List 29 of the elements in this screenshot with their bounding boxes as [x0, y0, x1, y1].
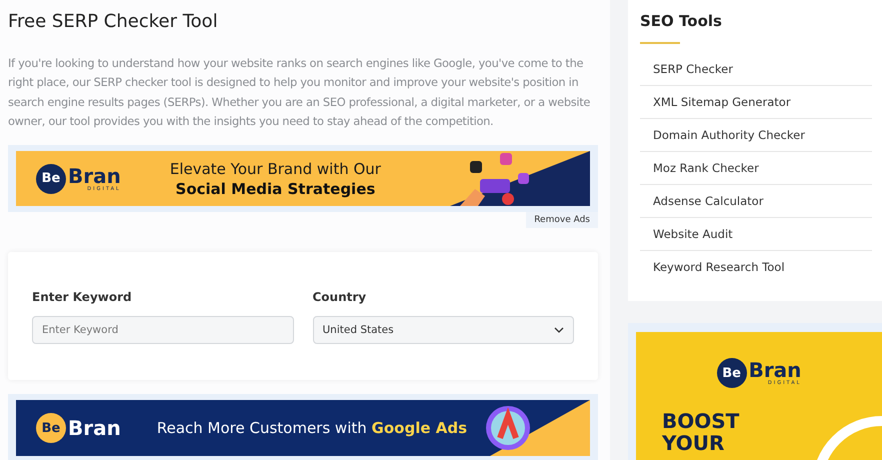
banner-text: Reach More Customers with Google Ads — [156, 419, 468, 438]
ad-headline: BOOST — [662, 410, 740, 432]
logo-mark: Be — [36, 413, 66, 444]
banner-heading: Social Media Strategies — [176, 178, 376, 199]
logo-word: Bran — [748, 360, 802, 380]
intro-paragraph: If you're looking to understand how your website ranks on search engines like Google, you've come to the right place, our SERP checker tool is designed to help you monitor and improve your website's position in search engine results pages (SERPs). Whether you are an SEO professional, a digital marketer, or a website owner, our tool provides you with the insights you need to stay ahead of the competition. — [8, 55, 592, 130]
sidebar-link[interactable]: Moz Rank Checker — [640, 152, 872, 185]
sidebar-title: SEO Tools — [640, 12, 723, 30]
sidebar-link[interactable]: Keyword Research Tool — [640, 251, 872, 283]
banner-text: Elevate Your Brand with Our — [170, 158, 381, 179]
ad-headline: YOUR — [662, 432, 726, 454]
logo-mark: Be — [716, 358, 747, 388]
country-select[interactable]: United States — [312, 316, 574, 344]
sidebar-link[interactable]: XML Sitemap Generator — [640, 86, 872, 119]
ad-banner[interactable]: Be Bran Reach More Customers with Google Ads — [16, 400, 590, 456]
remove-ads-button[interactable]: Remove Ads — [526, 212, 598, 228]
sidebar-link[interactable]: Domain Authority Checker — [640, 119, 872, 152]
country-label: Country — [312, 290, 368, 304]
page-title: Free SERP Checker Tool — [8, 10, 219, 34]
keyword-label: Enter Keyword — [32, 290, 133, 304]
logo-word: Bran — [68, 166, 121, 186]
keyword-input[interactable]: Enter Keyword — [32, 316, 294, 344]
logo-word: Bran — [68, 418, 121, 438]
title-underline — [640, 42, 680, 44]
chevron-down-icon — [554, 327, 564, 334]
sidebar-link[interactable]: SERP Checker — [640, 53, 872, 86]
logo-mark: Be — [36, 164, 66, 194]
sidebar-link[interactable]: Adsense Calculator — [640, 185, 872, 218]
sidebar-link[interactable]: Website Audit — [640, 218, 872, 251]
